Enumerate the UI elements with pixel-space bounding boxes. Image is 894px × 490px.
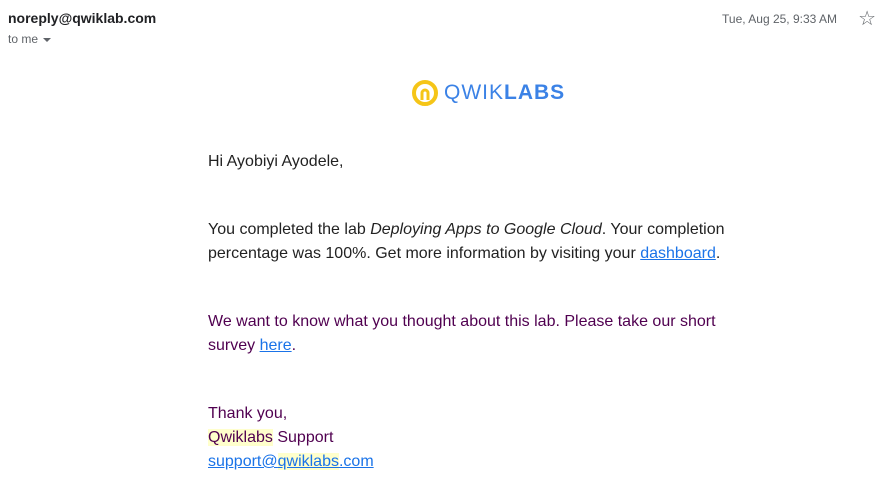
email-body: Hi Ayobiyi Ayodele, You completed the la… — [208, 150, 738, 474]
survey-link[interactable]: here — [260, 337, 292, 354]
recipient-label: to me — [8, 32, 39, 46]
caret-down-icon — [43, 37, 52, 42]
dashboard-link[interactable]: dashboard — [640, 245, 716, 262]
signature-name: Qwiklabs Support — [208, 429, 334, 446]
support-email-link[interactable]: support@qwiklabs.com — [208, 453, 374, 470]
greeting: Hi Ayobiyi Ayodele, — [208, 153, 344, 170]
recipient-dropdown[interactable]: to me — [8, 32, 52, 46]
qwiklabs-logo: QWIKLABS — [412, 80, 565, 106]
email-date: Tue, Aug 25, 9:33 AM — [722, 12, 837, 26]
star-icon[interactable]: ☆ — [858, 6, 876, 31]
thanks-line: Thank you, — [208, 405, 288, 422]
logo-text: QWIKLABS — [444, 81, 566, 104]
sender-email[interactable]: noreply@qwiklab.com — [8, 10, 156, 26]
qwiklabs-logo-icon — [412, 80, 438, 106]
survey-paragraph: We want to know what you thought about t… — [208, 313, 716, 354]
completion-paragraph: You completed the lab Deploying Apps to … — [208, 221, 725, 262]
signature: Thank you, Qwiklabs Support support@qwik… — [208, 402, 738, 474]
